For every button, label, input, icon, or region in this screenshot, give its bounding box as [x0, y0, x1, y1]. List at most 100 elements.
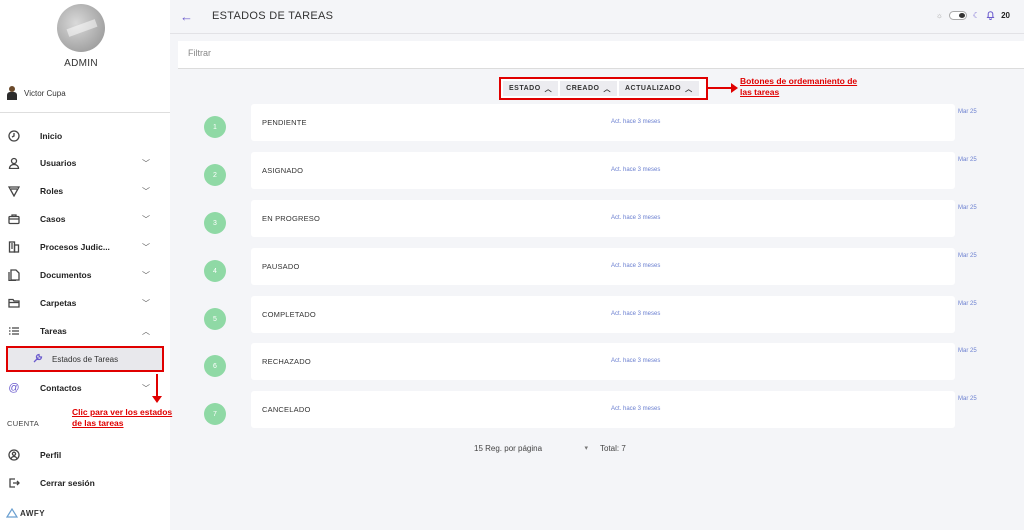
row-card[interactable]: EN PROGRESO Act. hace 3 meses — [251, 200, 955, 237]
sidebar-divider — [0, 112, 170, 113]
sidebar-item-label: Contactos — [40, 383, 82, 393]
logout-icon — [8, 477, 20, 489]
sidebar-item-perfil[interactable]: Perfil — [0, 444, 170, 466]
sort-button-estado[interactable]: ESTADO ︿ — [503, 81, 559, 96]
sidebar-item-procesos[interactable]: Procesos Judic... ﹀ — [0, 236, 170, 258]
sort-label: ACTUALIZADO — [625, 85, 682, 92]
sort-label: ESTADO — [509, 85, 541, 92]
annotation-text: de las tareas — [72, 418, 124, 428]
moon-icon: ☾ — [972, 10, 981, 20]
per-page-value: 15 Reg. por página — [474, 444, 543, 453]
row-card[interactable]: ASIGNADO Act. hace 3 meses — [251, 152, 955, 189]
sort-button-actualizado[interactable]: ACTUALIZADO ︿ — [619, 81, 699, 96]
row-date: Mar 25 — [958, 253, 977, 259]
sun-icon: ☼ — [935, 10, 943, 20]
sidebar-item-tareas[interactable]: Tareas ︿ — [0, 320, 170, 342]
theme-toggle[interactable] — [948, 10, 967, 20]
row-card[interactable]: CANCELADO Act. hace 3 meses — [251, 391, 955, 428]
table-row[interactable]: 2 ASIGNADO Act. hace 3 meses Mar 25 — [178, 152, 1024, 200]
row-date: Mar 25 — [958, 348, 977, 354]
roles-icon — [8, 185, 20, 197]
sidebar-item-label: Usuarios — [40, 158, 77, 168]
status-name: EN PROGRESO — [262, 214, 321, 223]
sidebar-item-label: Casos — [40, 214, 66, 224]
bell-icon[interactable] — [986, 10, 995, 20]
chevron-down-icon: ﹀ — [142, 383, 150, 393]
sidebar-item-carpetas[interactable]: Carpetas ﹀ — [0, 292, 170, 314]
sort-label: CREADO — [566, 85, 600, 92]
chevron-down-icon: ﹀ — [142, 158, 150, 168]
wrench-icon — [32, 352, 44, 366]
row-card[interactable]: PAUSADO Act. hace 3 meses — [251, 248, 955, 285]
annotation-arrow-down — [152, 374, 162, 403]
filter-bar — [178, 41, 1024, 69]
brand-mark-icon — [6, 508, 18, 518]
sidebar-item-label: Cerrar sesión — [40, 478, 95, 488]
row-date: Mar 25 — [958, 396, 977, 402]
table-row[interactable]: 1 PENDIENTE Act. hace 3 meses Mar 25 — [178, 104, 1024, 152]
updated-text: Act. hace 3 meses — [611, 263, 661, 269]
updated-text: Act. hace 3 meses — [611, 358, 661, 364]
folder-icon — [8, 297, 20, 309]
chevron-up-icon: ︿ — [603, 85, 611, 93]
annotation-sidebar: Clic para ver los estados de las tareas — [72, 407, 172, 429]
user-name: Victor Cupa — [24, 88, 66, 98]
table-row[interactable]: 5 COMPLETADO Act. hace 3 meses Mar 25 — [178, 296, 1024, 344]
briefcase-icon — [8, 213, 20, 225]
row-number-badge: 4 — [204, 260, 226, 282]
row-card[interactable]: RECHAZADO Act. hace 3 meses — [251, 343, 955, 380]
table-row[interactable]: 3 EN PROGRESO Act. hace 3 meses Mar 25 — [178, 200, 1024, 248]
chevron-down-icon: ﹀ — [142, 214, 150, 224]
brand-logo: AWFY — [6, 508, 45, 518]
sidebar-item-usuarios[interactable]: Usuarios ﹀ — [0, 152, 170, 174]
sort-button-creado[interactable]: CREADO ︿ — [560, 81, 617, 96]
updated-text: Act. hace 3 meses — [611, 119, 661, 125]
row-card[interactable]: PENDIENTE Act. hace 3 meses — [251, 104, 955, 141]
page-title: ESTADOS DE TAREAS — [212, 10, 334, 22]
chevron-up-icon: ︿ — [685, 85, 693, 93]
row-number-badge: 2 — [204, 164, 226, 186]
user-icon — [8, 157, 20, 169]
updated-text: Act. hace 3 meses — [611, 167, 661, 173]
sidebar-item-contactos[interactable]: @ Contactos ﹀ — [0, 377, 170, 399]
per-page-select[interactable]: 15 Reg. por página ▾ — [474, 444, 594, 453]
sidebar-subitem-label: Estados de Tareas — [52, 354, 119, 364]
row-number-badge: 6 — [204, 355, 226, 377]
caret-down-icon: ▾ — [584, 445, 588, 452]
sidebar-item-label: Tareas — [40, 326, 67, 336]
sidebar-item-label: Procesos Judic... — [40, 242, 110, 252]
sidebar-item-inicio[interactable]: Inicio — [0, 125, 170, 147]
sidebar-item-cerrar-sesion[interactable]: Cerrar sesión — [0, 472, 170, 494]
sidebar-item-label: Roles — [40, 186, 64, 196]
sidebar-item-documentos[interactable]: Documentos ﹀ — [0, 264, 170, 286]
table-row[interactable]: 7 CANCELADO Act. hace 3 meses Mar 25 — [178, 391, 1024, 439]
current-user[interactable]: Victor Cupa — [6, 86, 66, 100]
sidebar-item-label: Perfil — [40, 450, 62, 460]
company-avatar — [57, 4, 105, 52]
table-row[interactable]: 4 PAUSADO Act. hace 3 meses Mar 25 — [178, 248, 1024, 296]
updated-text: Act. hace 3 meses — [611, 215, 661, 221]
sort-buttons: ESTADO ︿ CREADO ︿ ACTUALIZADO ︿ — [499, 77, 708, 100]
total-count: Total: 7 — [600, 444, 626, 453]
sidebar-item-casos[interactable]: Casos ﹀ — [0, 208, 170, 230]
row-date: Mar 25 — [958, 205, 977, 211]
filter-input[interactable] — [188, 48, 488, 58]
row-number-badge: 5 — [204, 308, 226, 330]
status-name: ASIGNADO — [262, 166, 304, 175]
row-date: Mar 25 — [958, 109, 977, 115]
at-icon: @ — [8, 382, 20, 394]
row-date: Mar 25 — [958, 301, 977, 307]
row-number-badge: 1 — [204, 116, 226, 138]
updated-text: Act. hace 3 meses — [611, 406, 661, 412]
sidebar-item-label: Documentos — [40, 270, 92, 280]
section-account-label: CUENTA — [7, 419, 40, 428]
sidebar-item-roles[interactable]: Roles ﹀ — [0, 180, 170, 202]
status-name: PAUSADO — [262, 262, 300, 271]
chevron-down-icon: ﹀ — [142, 186, 150, 196]
pagination: 15 Reg. por página ▾ Total: 7 — [474, 444, 626, 453]
row-card[interactable]: COMPLETADO Act. hace 3 meses — [251, 296, 955, 333]
annotation-text: Clic para ver los estados — [72, 407, 173, 417]
back-arrow-icon[interactable]: ← — [180, 9, 193, 24]
sidebar-subitem-estados-de-tareas[interactable]: Estados de Tareas — [6, 346, 164, 372]
table-row[interactable]: 6 RECHAZADO Act. hace 3 meses Mar 25 — [178, 343, 1024, 391]
